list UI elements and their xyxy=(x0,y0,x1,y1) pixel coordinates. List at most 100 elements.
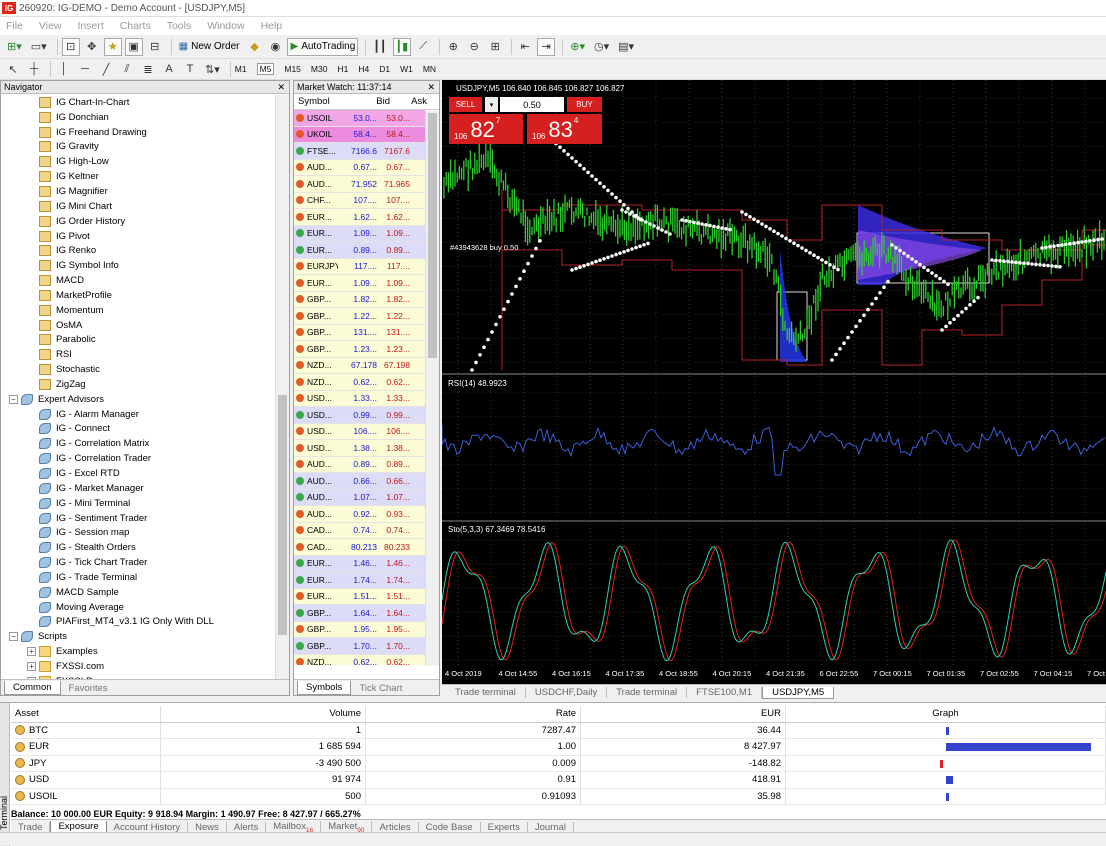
market-watch-row[interactable]: UKOIL 58.4... 58.4... xyxy=(294,126,425,143)
timeframe-m30[interactable]: M30 xyxy=(311,64,328,74)
scroll-thumb[interactable] xyxy=(428,113,437,358)
market-watch-row[interactable]: AUD... 1.07... 1.07... xyxy=(294,489,425,506)
menu-help[interactable]: Help xyxy=(261,20,283,32)
navigator-item[interactable]: IG Pivot xyxy=(1,229,276,244)
tab-symbols[interactable]: Symbols xyxy=(297,681,352,695)
timeframe-m1[interactable]: M1 xyxy=(235,64,247,74)
chart-tab[interactable]: USDCHF,Daily xyxy=(526,687,608,698)
lot-dropdown-icon[interactable]: ▾ xyxy=(485,97,498,112)
scroll-thumb[interactable] xyxy=(278,395,287,635)
expand-icon[interactable]: + xyxy=(27,661,36,671)
timeframe-mn[interactable]: MN xyxy=(423,64,436,74)
indicators-icon[interactable]: ⊕▾ xyxy=(567,38,588,56)
navigator-item[interactable]: IG Magnifier xyxy=(1,184,276,199)
candlestick-icon[interactable]: ┃▮ xyxy=(392,37,412,56)
navigator-item[interactable]: IG Freehand Drawing xyxy=(1,125,276,140)
market-watch-row[interactable]: USOIL 53.0... 53.0... xyxy=(294,110,425,127)
navigator-item[interactable]: − Scripts xyxy=(1,629,276,644)
timeframe-h1[interactable]: H1 xyxy=(337,64,348,74)
fibonacci-icon[interactable]: ≣ xyxy=(139,60,157,78)
navigator-item[interactable]: Moving Average xyxy=(1,600,276,615)
timeframe-w1[interactable]: W1 xyxy=(400,64,413,74)
navigator-item[interactable]: IG - Connect xyxy=(1,422,276,437)
navigator-item[interactable]: IG High-Low xyxy=(1,154,276,169)
cursor-icon[interactable]: ↖ xyxy=(4,60,22,78)
market-watch-row[interactable]: EURJPY 117.... 117.... xyxy=(294,258,425,275)
tab-tick-chart[interactable]: Tick Chart xyxy=(351,682,410,695)
terminal-tab[interactable]: Experts xyxy=(481,821,528,833)
navigator-item[interactable]: MACD xyxy=(1,273,276,288)
market-watch-row[interactable]: CHF... 107.... 107.... xyxy=(294,192,425,209)
navigator-item[interactable]: ZigZag xyxy=(1,377,276,392)
zoom-out-icon[interactable]: ⊖ xyxy=(465,38,483,56)
chart-tab[interactable]: USDJPY,M5 xyxy=(762,686,835,699)
navigator-item[interactable]: − Expert Advisors xyxy=(1,392,276,407)
terminal-tab[interactable]: Code Base xyxy=(419,821,481,833)
navigator-item[interactable]: IG - Tick Chart Trader xyxy=(1,555,276,570)
market-watch-row[interactable]: GBP... 1.95... 1.95... xyxy=(294,621,425,638)
templates-icon[interactable]: ▤▾ xyxy=(615,38,637,56)
terminal-tab[interactable]: Trade xyxy=(11,821,51,833)
market-watch-toggle-icon[interactable]: ⊡ xyxy=(61,37,80,56)
navigator-item[interactable]: Stochastic xyxy=(1,362,276,377)
terminal-tab[interactable]: Account History xyxy=(107,821,189,833)
chart-shift-icon[interactable]: ⇥ xyxy=(537,37,556,56)
market-watch-row[interactable]: EUR... 1.51... 1.51... xyxy=(294,588,425,605)
menu-window[interactable]: Window xyxy=(207,20,244,32)
new-order-button[interactable]: ▦ New Order xyxy=(176,38,243,56)
vertical-line-icon[interactable]: │ xyxy=(55,60,73,78)
tab-favorites[interactable]: Favorites xyxy=(61,682,116,695)
navigator-scrollbar[interactable] xyxy=(275,95,289,679)
profiles-icon[interactable]: ▭▾ xyxy=(28,38,50,56)
navigator-item[interactable]: + FXSSI.com xyxy=(1,659,276,674)
market-watch-row[interactable]: GBP... 1.23... 1.23... xyxy=(294,341,425,358)
market-watch-row[interactable]: AUD... 0.67... 0.67... xyxy=(294,159,425,176)
horizontal-line-icon[interactable]: ─ xyxy=(76,60,94,78)
market-watch-row[interactable]: EUR... 1.46... 1.46... xyxy=(294,555,425,572)
buy-button[interactable]: BUY xyxy=(567,97,602,112)
navigator-item[interactable]: MarketProfile xyxy=(1,288,276,303)
price-chart[interactable]: USDJPY,M5 106.840 106.845 106.827 106.82… xyxy=(442,80,1106,684)
sell-button[interactable]: SELL xyxy=(449,97,482,112)
chart-tab[interactable]: Trade terminal xyxy=(607,687,688,698)
timeframe-m5[interactable]: M5 xyxy=(256,63,275,75)
market-watch-row[interactable]: EUR... 1.74... 1.74... xyxy=(294,572,425,589)
sell-price-button[interactable]: 106 82 7 xyxy=(449,114,523,144)
exposure-row[interactable]: USD 91 974 0.91 418.91 xyxy=(11,772,1106,789)
market-watch-row[interactable]: EUR... 1.09... 1.09... xyxy=(294,275,425,292)
collapse-icon[interactable]: − xyxy=(9,632,18,642)
autotrading-button[interactable]: ▶ AutoTrading xyxy=(287,37,359,56)
close-icon[interactable]: ✕ xyxy=(277,82,285,93)
navigator-item[interactable]: IG Donchian xyxy=(1,110,276,125)
market-watch-row[interactable]: USD... 0.99... 0.99... xyxy=(294,407,425,424)
market-watch-row[interactable]: AUD... 71.952 71.965 xyxy=(294,176,425,193)
market-watch-row[interactable]: NZD... 0.62... 0.62... xyxy=(294,654,425,665)
tab-common[interactable]: Common xyxy=(4,681,61,695)
chart-window[interactable]: USDJPY,M5 106.840 106.845 106.827 106.82… xyxy=(442,80,1106,684)
bar-chart-icon[interactable]: ┃┃ xyxy=(370,38,389,56)
menu-tools[interactable]: Tools xyxy=(167,20,192,32)
chart-tab[interactable]: FTSE100,M1 xyxy=(687,687,763,698)
navigator-item[interactable]: RSI xyxy=(1,347,276,362)
menu-file[interactable]: File xyxy=(6,20,23,32)
data-window-icon[interactable]: ✥ xyxy=(83,38,101,56)
new-chart-icon[interactable]: ⊞▾ xyxy=(4,38,25,56)
crosshair-icon[interactable]: ┼ xyxy=(25,60,43,78)
chart-tab[interactable]: Trade terminal xyxy=(446,687,526,698)
market-watch-row[interactable]: NZD... 67.178 67.198 xyxy=(294,357,425,374)
market-watch-row[interactable]: GBP... 1.22... 1.22... xyxy=(294,308,425,325)
text-icon[interactable]: A xyxy=(160,60,178,78)
column-asset[interactable]: Asset xyxy=(11,706,161,722)
column-ask[interactable]: Ask xyxy=(390,96,427,107)
navigator-item[interactable]: IG - Correlation Trader xyxy=(1,451,276,466)
market-watch-row[interactable]: NZD... 0.62... 0.62... xyxy=(294,374,425,391)
column-volume[interactable]: Volume xyxy=(161,706,366,722)
navigator-item[interactable]: IG Keltner xyxy=(1,169,276,184)
signals-icon[interactable]: ◉ xyxy=(266,38,284,56)
navigator-item[interactable]: IG - Mini Terminal xyxy=(1,496,276,511)
trendline-icon[interactable]: ╱ xyxy=(97,60,115,78)
navigator-item[interactable]: IG - Trade Terminal xyxy=(1,570,276,585)
navigator-item[interactable]: IG - Correlation Matrix xyxy=(1,436,276,451)
market-watch-row[interactable]: CAD... 80.213 80.233 xyxy=(294,539,425,556)
arrows-icon[interactable]: ⇅▾ xyxy=(202,60,223,78)
